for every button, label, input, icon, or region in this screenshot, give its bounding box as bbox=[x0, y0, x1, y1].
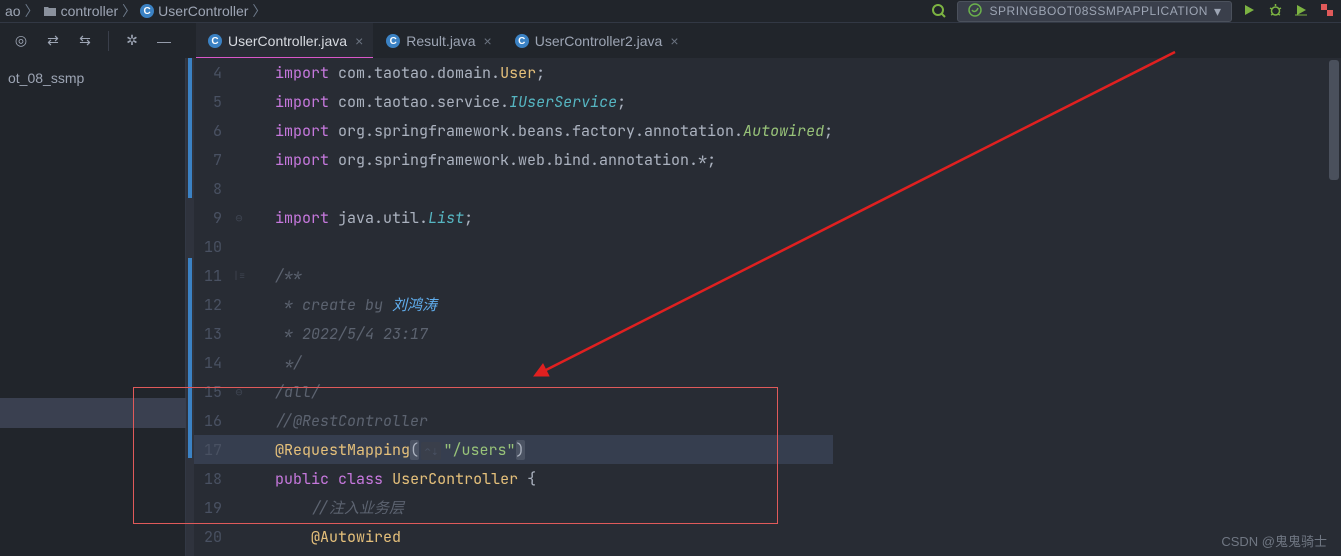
chevron-down-icon: ▾ bbox=[1214, 3, 1221, 20]
line-number[interactable]: 8 bbox=[194, 179, 230, 199]
search-icon[interactable] bbox=[931, 3, 947, 19]
code-line[interactable]: 20 @Autowired bbox=[194, 522, 833, 551]
line-number[interactable]: 16 bbox=[194, 411, 230, 431]
code-line[interactable]: 16 //@RestController bbox=[194, 406, 833, 435]
crumb-segment[interactable]: ao bbox=[5, 3, 21, 19]
run-config-dropdown[interactable]: SPRINGBOOT08SSMPAPPLICATION ▾ bbox=[957, 1, 1232, 22]
collapse-icon[interactable]: ⇆ bbox=[76, 32, 94, 50]
chevron-right-icon: 〉 bbox=[252, 1, 266, 21]
crumb-segment[interactable]: UserController bbox=[158, 3, 248, 19]
target-icon[interactable]: ◎ bbox=[12, 32, 30, 50]
tab-label: Result.java bbox=[406, 33, 475, 49]
run-icon[interactable] bbox=[1242, 3, 1258, 19]
line-number[interactable]: 6 bbox=[194, 121, 230, 141]
line-number[interactable]: 10 bbox=[194, 237, 230, 257]
class-icon: C bbox=[386, 34, 400, 48]
tab-label: UserController.java bbox=[228, 33, 347, 49]
code-line[interactable]: 15⊖ /all/ bbox=[194, 377, 833, 406]
crumb-segment[interactable]: controller bbox=[61, 3, 119, 19]
code-line[interactable]: 19 //注入业务层 bbox=[194, 493, 833, 522]
line-number[interactable]: 7 bbox=[194, 150, 230, 170]
code-editor[interactable]: 4 import com.taotao.domain.User;5 import… bbox=[186, 58, 1341, 556]
project-sidebar[interactable]: ot_08_ssmp bbox=[0, 58, 186, 556]
code-content[interactable]: * create by 刘鸿涛 bbox=[248, 294, 833, 315]
line-number[interactable]: 14 bbox=[194, 353, 230, 373]
code-content[interactable]: //注入业务层 bbox=[248, 497, 833, 518]
editor-tabs: C UserController.java × C Result.java × … bbox=[196, 23, 690, 59]
code-line[interactable]: 18 public class UserController { bbox=[194, 464, 833, 493]
spring-icon bbox=[968, 3, 984, 19]
line-number[interactable]: 13 bbox=[194, 324, 230, 344]
class-icon: C bbox=[140, 4, 154, 18]
breadcrumb-bar: ao 〉 controller 〉 C UserController 〉 SPR… bbox=[0, 0, 1341, 22]
code-line[interactable]: 4 import com.taotao.domain.User; bbox=[194, 58, 833, 87]
code-content[interactable]: @Autowired bbox=[248, 527, 833, 547]
fold-gutter[interactable]: ⊖ bbox=[230, 384, 248, 400]
gear-icon[interactable]: ✲ bbox=[123, 32, 141, 50]
fold-gutter[interactable]: |≡ bbox=[230, 269, 248, 282]
sidebar-item[interactable]: ot_08_ssmp bbox=[4, 70, 185, 86]
code-content[interactable]: import com.taotao.domain.User; bbox=[248, 63, 833, 83]
code-content[interactable]: /** bbox=[248, 266, 833, 286]
line-number[interactable]: 17 bbox=[194, 440, 230, 460]
code-content[interactable]: * 2022/5/4 23:17 bbox=[248, 324, 833, 344]
class-icon: C bbox=[208, 34, 222, 48]
chevron-right-icon: 〉 bbox=[25, 1, 39, 21]
code-line[interactable]: 13 * 2022/5/4 23:17 bbox=[194, 319, 833, 348]
code-line[interactable]: 14 */ bbox=[194, 348, 833, 377]
vertical-scrollbar[interactable] bbox=[1327, 58, 1341, 556]
editor-toolbar: ◎ ⇄ ⇆ ✲ — C UserController.java × C Resu… bbox=[0, 22, 1341, 58]
line-number[interactable]: 19 bbox=[194, 498, 230, 518]
line-number[interactable]: 15 bbox=[194, 382, 230, 402]
class-icon: C bbox=[515, 34, 529, 48]
code-line[interactable]: 17 @RequestMapping(⌃⇣"/users") bbox=[194, 435, 833, 464]
line-number[interactable]: 9 bbox=[194, 208, 230, 228]
code-content[interactable]: import java.util.List; bbox=[248, 208, 833, 228]
close-icon[interactable]: × bbox=[484, 33, 492, 49]
code-line[interactable]: 12 * create by 刘鸿涛 bbox=[194, 290, 833, 319]
run-config-label: SPRINGBOOT08SSMPAPPLICATION bbox=[990, 4, 1208, 18]
code-line[interactable]: 9⊖ import java.util.List; bbox=[194, 203, 833, 232]
line-number[interactable]: 20 bbox=[194, 527, 230, 547]
expand-icon[interactable]: ⇄ bbox=[44, 32, 62, 50]
code-line[interactable]: 6 import org.springframework.beans.facto… bbox=[194, 116, 833, 145]
code-content[interactable]: import org.springframework.beans.factory… bbox=[248, 121, 833, 141]
code-content[interactable]: /all/ bbox=[248, 382, 833, 402]
code-content[interactable]: import org.springframework.web.bind.anno… bbox=[248, 150, 833, 170]
tab-result[interactable]: C Result.java × bbox=[374, 23, 502, 59]
close-icon[interactable]: × bbox=[670, 33, 678, 49]
debug-icon[interactable] bbox=[1268, 3, 1284, 19]
gutter-strip bbox=[186, 58, 194, 556]
code-content[interactable]: import com.taotao.service.IUserService; bbox=[248, 92, 833, 112]
code-line[interactable]: 11|≡ /** bbox=[194, 261, 833, 290]
tab-usercontroller2[interactable]: C UserController2.java × bbox=[503, 23, 690, 59]
line-number[interactable]: 4 bbox=[194, 63, 230, 83]
close-icon[interactable]: × bbox=[355, 33, 363, 49]
minimize-icon[interactable]: — bbox=[155, 32, 173, 50]
code-line[interactable]: 7 import org.springframework.web.bind.an… bbox=[194, 145, 833, 174]
code-content[interactable]: //@RestController bbox=[248, 411, 833, 431]
chevron-right-icon: 〉 bbox=[122, 1, 136, 21]
code-line[interactable]: 8 bbox=[194, 174, 833, 203]
code-line[interactable]: 10 bbox=[194, 232, 833, 261]
code-content[interactable]: public class UserController { bbox=[248, 469, 833, 489]
line-number[interactable]: 11 bbox=[194, 266, 230, 286]
fold-gutter[interactable]: ⊖ bbox=[230, 210, 248, 226]
line-number[interactable]: 12 bbox=[194, 295, 230, 315]
line-number[interactable]: 5 bbox=[194, 92, 230, 112]
tab-label: UserController2.java bbox=[535, 33, 663, 49]
watermark: CSDN @鬼鬼骑士 bbox=[1221, 531, 1327, 550]
sidebar-selection bbox=[0, 398, 186, 428]
stop-icon[interactable] bbox=[1320, 3, 1336, 19]
line-number[interactable]: 18 bbox=[194, 469, 230, 489]
tab-usercontroller[interactable]: C UserController.java × bbox=[196, 23, 374, 59]
code-content[interactable]: */ bbox=[248, 353, 833, 373]
breadcrumb[interactable]: ao 〉 controller 〉 C UserController 〉 bbox=[5, 1, 266, 21]
run-coverage-icon[interactable] bbox=[1294, 3, 1310, 19]
separator bbox=[108, 31, 109, 51]
code-content[interactable]: @RequestMapping(⌃⇣"/users") bbox=[248, 440, 833, 460]
folder-icon bbox=[43, 4, 57, 18]
code-line[interactable]: 5 import com.taotao.service.IUserService… bbox=[194, 87, 833, 116]
